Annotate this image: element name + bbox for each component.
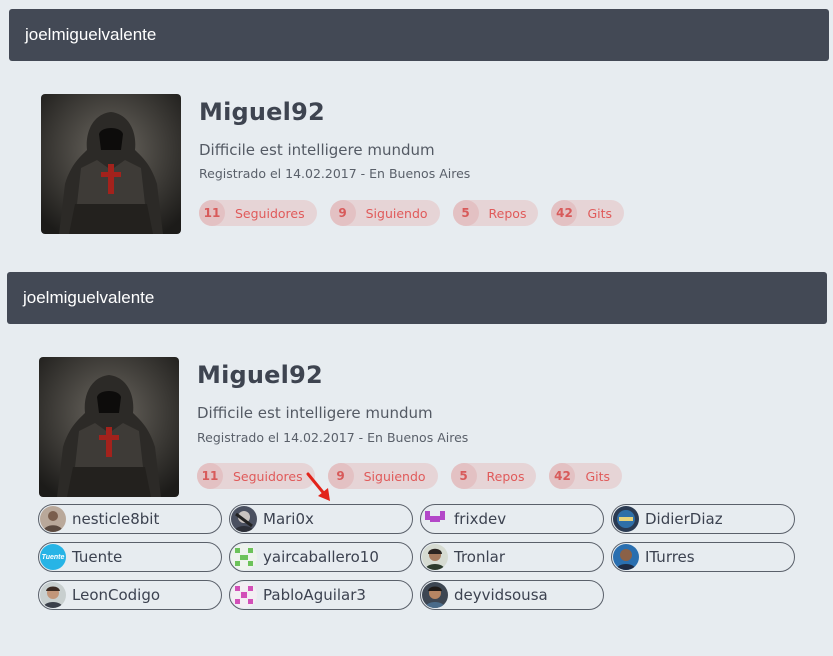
follower-avatar	[613, 544, 639, 570]
follower-avatar: Tuente	[40, 544, 66, 570]
stat-label: Seguidores	[233, 468, 303, 484]
followers-list: nesticle8bit Mari0x frixdev DidierDiaz T…	[38, 504, 798, 610]
follower-chip[interactable]: Tronlar	[420, 542, 604, 572]
profile-bio: Difficile est intelligere mundum	[197, 404, 433, 422]
follower-chip[interactable]: Tuente Tuente	[38, 542, 222, 572]
follower-avatar	[40, 582, 66, 608]
follower-avatar	[613, 506, 639, 532]
follower-avatar	[422, 544, 448, 570]
follower-chip[interactable]: deyvidsousa	[420, 580, 604, 610]
follower-avatar	[231, 544, 257, 570]
follower-chip[interactable]: DidierDiaz	[611, 504, 795, 534]
profile-stats: 11 Seguidores 9 Siguiendo 5 Repos 42 Gits	[197, 463, 623, 489]
stat-gists[interactable]: 42 Gits	[549, 463, 623, 489]
follower-chip[interactable]: ITurres	[611, 542, 795, 572]
stat-label: Gits	[587, 205, 613, 221]
stat-count: 11	[199, 200, 225, 226]
stat-repos[interactable]: 5 Repos	[452, 200, 539, 226]
profile-name: Miguel92	[199, 98, 325, 126]
stat-count: 5	[452, 200, 479, 226]
follower-name: Tronlar	[454, 548, 506, 566]
follower-chip[interactable]: Mari0x	[229, 504, 413, 534]
hooded-knight-image	[41, 94, 181, 234]
stat-followers[interactable]: 11 Seguidores	[199, 200, 317, 226]
red-arrow-icon	[306, 472, 330, 501]
stat-following[interactable]: 9 Siguiendo	[329, 200, 440, 226]
stat-following[interactable]: 9 Siguiendo	[327, 463, 438, 489]
stat-repos[interactable]: 5 Repos	[450, 463, 537, 489]
stat-gists[interactable]: 42 Gits	[551, 200, 625, 226]
profile-avatar[interactable]	[41, 94, 181, 234]
follower-chip[interactable]: yaircaballero10	[229, 542, 413, 572]
follower-name: LeonCodigo	[72, 586, 161, 604]
profile-avatar[interactable]	[39, 357, 179, 497]
follower-avatar	[231, 582, 257, 608]
follower-avatar	[231, 506, 257, 532]
hooded-knight-image	[39, 357, 179, 497]
profile-header: joelmiguelvalente	[9, 9, 829, 61]
profile-meta: Registrado el 14.02.2017 - En Buenos Air…	[199, 166, 471, 181]
follower-name: Tuente	[72, 548, 123, 566]
stat-label: Repos	[488, 205, 527, 221]
follower-chip[interactable]: nesticle8bit	[38, 504, 222, 534]
follower-name: DidierDiaz	[645, 510, 723, 528]
follower-name: deyvidsousa	[454, 586, 548, 604]
follower-avatar	[422, 506, 448, 532]
stat-followers[interactable]: 11 Seguidores	[197, 463, 315, 489]
follower-avatar	[40, 506, 66, 532]
stat-label: Siguiendo	[363, 468, 426, 484]
follower-name: PabloAguilar3	[263, 586, 366, 604]
follower-name: ITurres	[645, 548, 695, 566]
follower-chip[interactable]: PabloAguilar3	[229, 580, 413, 610]
follower-avatar	[422, 582, 448, 608]
follower-chip[interactable]: frixdev	[420, 504, 604, 534]
stat-label: Seguidores	[235, 205, 305, 221]
stat-count: 5	[450, 463, 477, 489]
profile-meta: Registrado el 14.02.2017 - En Buenos Air…	[197, 430, 469, 445]
stat-count: 42	[549, 463, 576, 489]
follower-name: yaircaballero10	[263, 548, 379, 566]
tuente-logo: Tuente	[41, 553, 65, 561]
profile-header: joelmiguelvalente	[7, 272, 827, 324]
follower-name: nesticle8bit	[72, 510, 160, 528]
stat-count: 11	[197, 463, 223, 489]
stat-label: Siguiendo	[365, 205, 428, 221]
stat-label: Repos	[486, 468, 525, 484]
follower-name: Mari0x	[263, 510, 314, 528]
stat-count: 9	[329, 200, 356, 226]
profile-bio: Difficile est intelligere mundum	[199, 141, 435, 159]
stat-label: Gits	[585, 468, 611, 484]
follower-chip[interactable]: LeonCodigo	[38, 580, 222, 610]
profile-stats: 11 Seguidores 9 Siguiendo 5 Repos 42 Gits	[199, 200, 625, 226]
stat-count: 42	[551, 200, 578, 226]
profile-name: Miguel92	[197, 361, 323, 389]
follower-name: frixdev	[454, 510, 507, 528]
